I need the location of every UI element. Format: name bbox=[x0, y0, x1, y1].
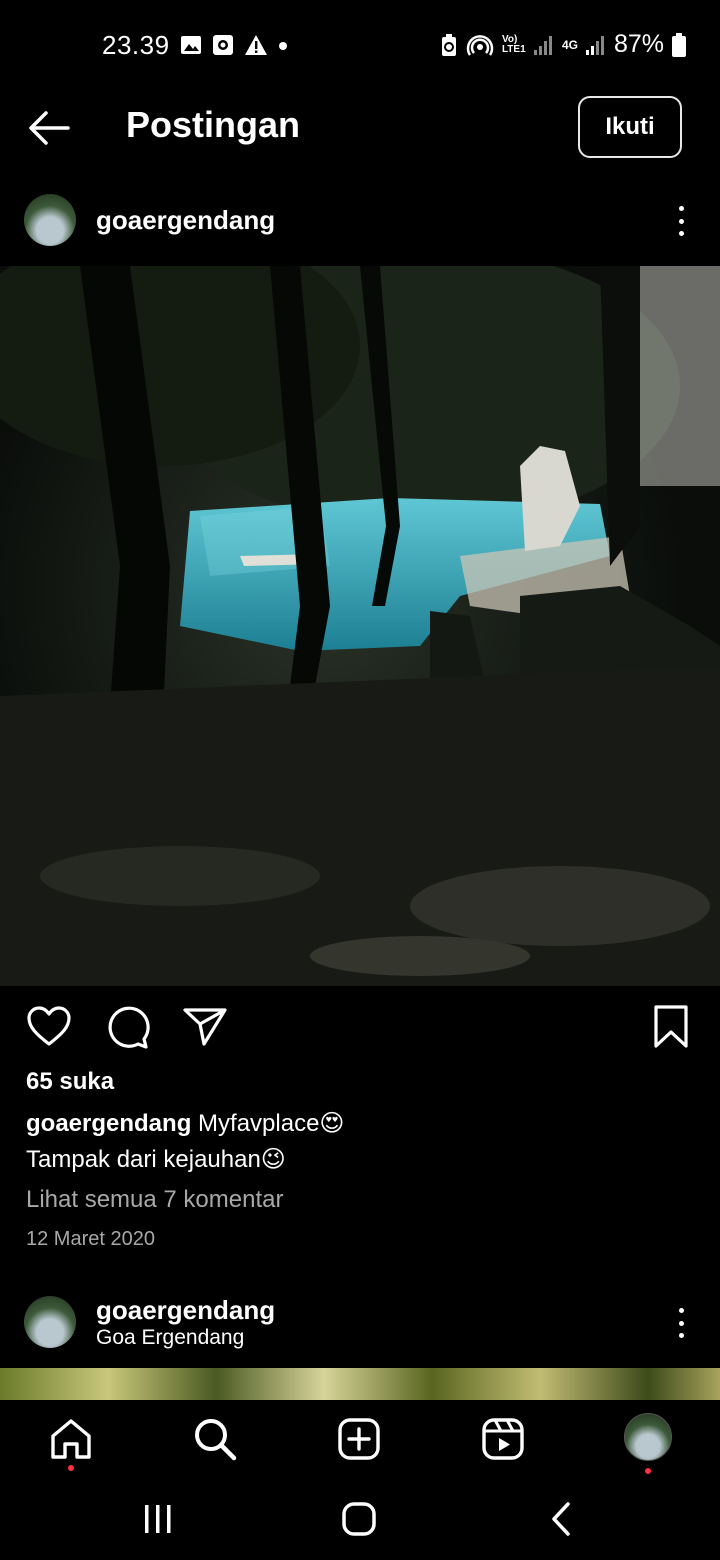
system-navigation-bar bbox=[0, 1480, 720, 1560]
profile-notification-dot bbox=[645, 1468, 651, 1474]
back-button-icon[interactable] bbox=[548, 1500, 574, 1538]
post-options-icon[interactable] bbox=[676, 206, 686, 236]
home-icon[interactable] bbox=[48, 1416, 94, 1462]
post-photo[interactable] bbox=[0, 266, 720, 986]
next-post-options-icon[interactable] bbox=[676, 1308, 686, 1338]
screenshot-icon bbox=[213, 35, 233, 55]
next-post-location[interactable]: Goa Ergendang bbox=[96, 1326, 244, 1350]
profile-avatar[interactable] bbox=[624, 1413, 672, 1461]
bottom-navigation bbox=[0, 1400, 720, 1480]
recycle-icon bbox=[441, 33, 456, 56]
caption-text-line2: Tampak dari kejauhan😉 bbox=[26, 1146, 286, 1173]
home-button-icon[interactable] bbox=[340, 1500, 378, 1538]
search-icon[interactable] bbox=[192, 1416, 238, 1462]
share-send-icon[interactable] bbox=[182, 1004, 228, 1050]
status-time: 23.39 bbox=[102, 30, 170, 60]
more-notifications-dot-icon bbox=[279, 42, 287, 50]
home-notification-dot bbox=[68, 1465, 74, 1471]
post-avatar[interactable] bbox=[24, 194, 76, 246]
reels-icon[interactable] bbox=[480, 1416, 526, 1462]
follow-button[interactable]: Ikuti bbox=[578, 96, 682, 158]
signal-2-icon bbox=[585, 35, 604, 55]
gallery-icon bbox=[181, 36, 201, 54]
back-arrow-icon[interactable] bbox=[26, 108, 72, 148]
likes-count[interactable]: 65 suka bbox=[26, 1068, 114, 1096]
post-caption: goaergendang Myfavplace😍 Tampak dari kej… bbox=[26, 1106, 686, 1178]
post-username[interactable]: goaergendang bbox=[96, 205, 275, 236]
battery-percent: 87% bbox=[613, 30, 664, 58]
caption-username[interactable]: goaergendang bbox=[26, 1110, 191, 1137]
status-system-icons: Vo) LTE1 4G 87% bbox=[440, 30, 686, 59]
photo-scene bbox=[0, 266, 720, 986]
comment-icon[interactable] bbox=[104, 1004, 150, 1050]
battery-icon bbox=[672, 32, 686, 57]
signal-1-icon bbox=[533, 35, 552, 55]
warning-icon bbox=[245, 35, 267, 55]
like-heart-icon[interactable] bbox=[26, 1004, 72, 1050]
bookmark-icon[interactable] bbox=[648, 1004, 694, 1050]
caption-text-line1: Myfavplace😍 bbox=[198, 1110, 345, 1137]
status-notification-icons bbox=[180, 34, 288, 56]
volte-label: Vo) LTE1 bbox=[501, 33, 526, 55]
view-all-comments-link[interactable]: Lihat semua 7 komentar bbox=[26, 1186, 283, 1214]
next-post-avatar[interactable] bbox=[24, 1296, 76, 1348]
next-post-photo[interactable] bbox=[0, 1368, 720, 1400]
create-post-icon[interactable] bbox=[336, 1416, 382, 1462]
next-post-username[interactable]: goaergendang bbox=[96, 1295, 275, 1326]
recent-apps-icon[interactable] bbox=[142, 1502, 174, 1536]
post-date: 12 Maret 2020 bbox=[26, 1228, 155, 1250]
network-4g-label: 4G bbox=[561, 37, 578, 52]
hotspot-icon bbox=[466, 34, 494, 56]
page-title: Postingan bbox=[126, 104, 301, 145]
